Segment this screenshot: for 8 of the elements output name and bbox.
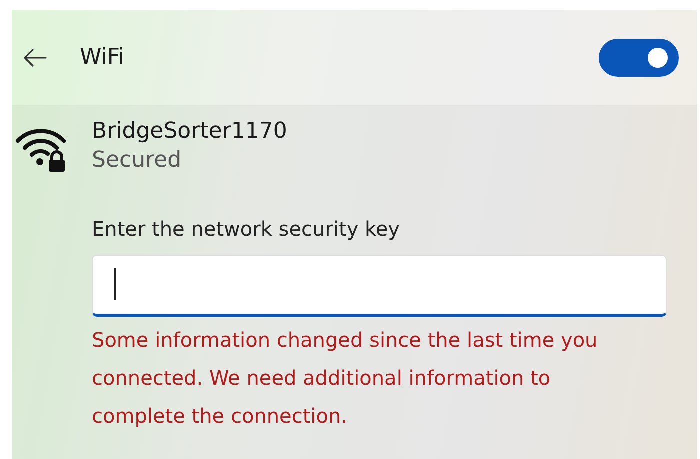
error-message: Some information changed since the last time you connected. We need additional information to complete the connection. <box>92 327 599 430</box>
wifi-toggle[interactable] <box>599 38 679 76</box>
back-icon[interactable] <box>22 48 48 68</box>
page-title: WiFi <box>80 45 126 70</box>
field-label: Enter the network security key <box>92 217 402 241</box>
network-status: Secured <box>92 148 183 173</box>
network-name: BridgeSorter1170 <box>92 119 288 144</box>
security-key-field[interactable] <box>92 255 667 317</box>
